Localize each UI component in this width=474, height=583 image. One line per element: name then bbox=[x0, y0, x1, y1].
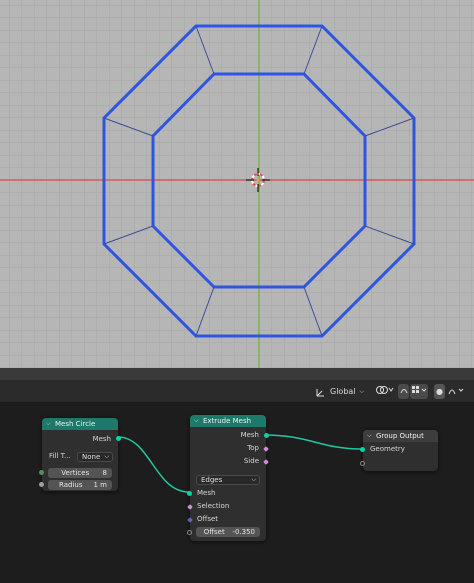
extrude-mode-value: Edges bbox=[201, 476, 223, 484]
empty-input-socket[interactable] bbox=[360, 461, 365, 466]
output-side-label: Side bbox=[243, 457, 259, 465]
fill-type-label: Fill T... bbox=[49, 452, 71, 460]
viewport-footer-strip bbox=[0, 368, 474, 380]
input-geometry-socket[interactable] bbox=[360, 447, 365, 452]
input-offset-label: Offset bbox=[197, 515, 219, 523]
node-editor-canvas[interactable]: ⌵ Mesh Circle Mesh Fill T... None ⌵ Vert… bbox=[0, 403, 474, 583]
node-title: Mesh Circle bbox=[55, 420, 96, 428]
snap-icon bbox=[375, 385, 395, 398]
overlay-button[interactable] bbox=[410, 384, 428, 399]
mesh-circle-header[interactable]: ⌵ Mesh Circle bbox=[42, 418, 118, 430]
input-geometry-label: Geometry bbox=[370, 445, 405, 453]
radius-field[interactable]: Radius 1 m bbox=[48, 480, 112, 490]
link-extrude-to-output bbox=[263, 434, 363, 450]
fill-type-value: None bbox=[82, 453, 101, 461]
extrude-mesh-header[interactable]: ⌵ Extrude Mesh bbox=[190, 415, 266, 427]
proportional-edit-icon bbox=[399, 385, 409, 398]
collapse-chevron-icon[interactable]: ⌵ bbox=[367, 432, 376, 440]
proportional-edit-button[interactable] bbox=[398, 384, 409, 399]
falloff-curve-icon bbox=[448, 385, 466, 398]
offset-scale-label: Offset bbox=[203, 528, 225, 536]
chevron-down-icon: ⌵ bbox=[359, 387, 365, 395]
transform-orientation-dropdown[interactable]: Global ⌵ bbox=[316, 384, 370, 399]
pivot-point-button[interactable] bbox=[374, 384, 396, 399]
viewport-grid bbox=[0, 0, 474, 368]
gizmo-button[interactable]: ● bbox=[434, 384, 445, 399]
input-mesh-label: Mesh bbox=[197, 489, 216, 497]
offset-scale-value: -0.350 bbox=[232, 528, 255, 536]
collapse-chevron-icon[interactable]: ⌵ bbox=[194, 417, 203, 425]
link-circle-to-extrude bbox=[117, 436, 190, 493]
radius-value: 1 m bbox=[93, 481, 108, 489]
vertices-field[interactable]: Vertices 8 bbox=[48, 468, 112, 478]
chevron-down-icon: ⌵ bbox=[104, 453, 109, 460]
output-mesh-label: Mesh bbox=[240, 431, 259, 439]
group-output-node[interactable]: ⌵ Group Output Geometry bbox=[360, 430, 438, 471]
extrude-mesh-node[interactable]: ⌵ Extrude Mesh Mesh Top Side Edges ⌵ Mes… bbox=[187, 415, 269, 541]
overlay-icon bbox=[411, 385, 427, 398]
input-mesh-socket[interactable] bbox=[187, 491, 192, 496]
node-editor-header: Global ⌵ ● bbox=[0, 380, 474, 403]
output-mesh-socket[interactable] bbox=[264, 433, 269, 438]
vertices-value: 8 bbox=[102, 469, 107, 477]
node-title: Group Output bbox=[376, 432, 424, 440]
output-mesh-label: Mesh bbox=[92, 435, 111, 443]
offset-scale-field[interactable]: Offset -0.350 bbox=[196, 527, 260, 537]
vertices-label: Vertices bbox=[61, 469, 90, 477]
orientation-label: Global bbox=[330, 387, 356, 396]
mesh-circle-node[interactable]: ⌵ Mesh Circle Mesh Fill T... None ⌵ Vert… bbox=[39, 418, 121, 491]
input-selection-label: Selection bbox=[197, 502, 230, 510]
transform-orientation-icon bbox=[316, 387, 326, 397]
falloff-button[interactable] bbox=[447, 384, 467, 399]
extrude-mode-dropdown[interactable]: Edges ⌵ bbox=[196, 475, 260, 485]
node-title: Extrude Mesh bbox=[203, 417, 252, 425]
chevron-down-icon: ⌵ bbox=[251, 476, 256, 483]
group-output-header[interactable]: ⌵ Group Output bbox=[363, 430, 438, 442]
fill-type-dropdown[interactable]: None ⌵ bbox=[77, 452, 113, 462]
gizmo-icon: ● bbox=[436, 387, 443, 396]
output-mesh-socket[interactable] bbox=[116, 436, 121, 441]
radius-socket[interactable] bbox=[39, 482, 44, 487]
vertices-socket[interactable] bbox=[39, 470, 44, 475]
output-top-label: Top bbox=[247, 444, 259, 452]
offset-scale-socket[interactable] bbox=[187, 530, 192, 535]
radius-label: Radius bbox=[59, 481, 83, 489]
3d-viewport[interactable] bbox=[0, 0, 474, 368]
collapse-chevron-icon[interactable]: ⌵ bbox=[46, 420, 55, 428]
